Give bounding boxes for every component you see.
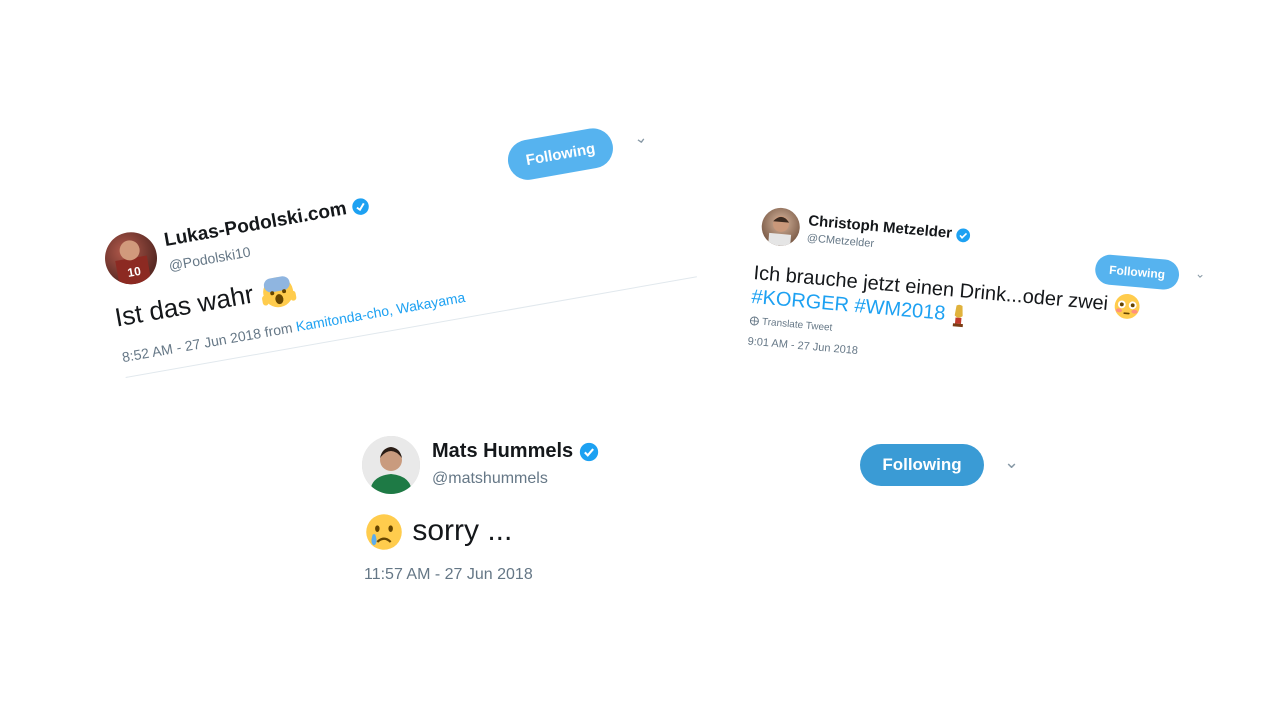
display-name[interactable]: Lukas-Podolski.com: [163, 194, 372, 252]
location-link[interactable]: Kamitonda-cho, Wakayama: [295, 289, 467, 335]
flushed-emoji-icon: [1114, 293, 1140, 319]
chevron-down-icon[interactable]: ⌄: [1195, 266, 1206, 281]
svg-text:10: 10: [126, 264, 142, 280]
tweet-text: sorry ...: [364, 512, 512, 552]
display-name-text: Mats Hummels: [432, 440, 574, 462]
tweet-metzelder: Christoph Metzelder @CMetzelder Followin…: [744, 200, 1228, 420]
tweet-timestamp[interactable]: 9:01 AM - 27 Jun 2018: [747, 335, 858, 357]
user-handle[interactable]: @matshummels: [432, 470, 548, 488]
screaming-emoji-icon: [262, 276, 297, 308]
display-name-text: Lukas-Podolski.com: [162, 198, 349, 251]
chevron-down-icon[interactable]: ⌄: [1004, 452, 1019, 473]
following-button[interactable]: Following: [1093, 253, 1181, 291]
tweet-podolski: 10 Lukas-Podolski.com @Podolski10 Follow…: [78, 39, 711, 380]
avatar[interactable]: 10: [100, 228, 162, 289]
verified-badge-icon: [579, 442, 598, 461]
display-name[interactable]: Mats Hummels: [432, 440, 599, 463]
world-cup-trophy-icon: [952, 304, 964, 328]
avatar[interactable]: [760, 206, 802, 248]
tweet-hummels: Mats Hummels @matshummels Following ⌄ so…: [362, 432, 1042, 592]
verified-badge-icon: [956, 228, 971, 242]
following-button[interactable]: Following: [860, 444, 984, 486]
translate-tweet[interactable]: Translate Tweet: [749, 316, 833, 334]
tweet-timestamp[interactable]: 11:57 AM - 27 Jun 2018: [364, 566, 533, 584]
globe-icon: [749, 316, 759, 326]
verified-badge-icon: [352, 198, 369, 215]
translate-text[interactable]: Translate Tweet: [761, 317, 832, 334]
avatar[interactable]: [362, 436, 420, 494]
tweet-text-content: sorry ...: [412, 513, 513, 547]
tweet-text-content: Ist das wahr: [112, 278, 256, 333]
following-button[interactable]: Following: [504, 125, 617, 183]
crying-emoji-icon: [366, 514, 402, 550]
chevron-down-icon[interactable]: ⌄: [632, 127, 649, 149]
user-handle[interactable]: @CMetzelder: [806, 232, 874, 250]
